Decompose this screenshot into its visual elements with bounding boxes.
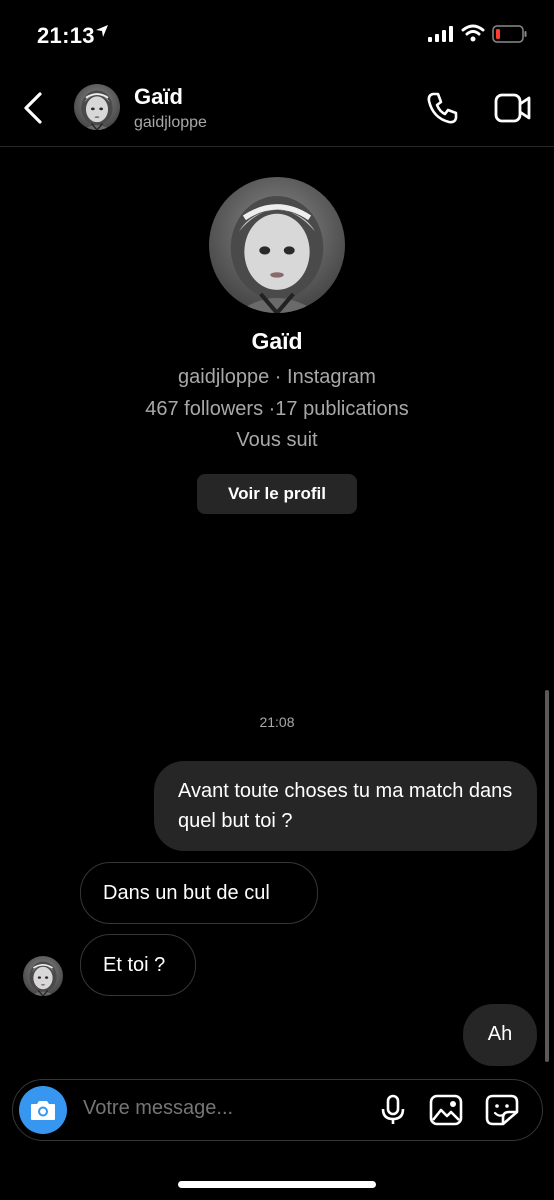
camera-icon: [31, 1101, 55, 1120]
message-timestamp: 21:08: [259, 714, 295, 730]
received-message[interactable]: Et toi ?: [80, 934, 196, 996]
profile-name: Gaïd: [251, 328, 303, 354]
profile-relation: Vous suit: [236, 429, 318, 451]
sent-message[interactable]: Ah: [463, 1004, 537, 1066]
scrollbar[interactable]: [545, 690, 549, 1062]
contact-username[interactable]: gaidjloppe: [134, 114, 207, 132]
battery-low-icon: [492, 25, 528, 48]
view-profile-button[interactable]: Voir le profil: [197, 474, 357, 514]
camera-button[interactable]: [19, 1086, 67, 1134]
home-indicator[interactable]: [178, 1181, 376, 1188]
gallery-icon[interactable]: [429, 1094, 463, 1131]
chat-header: Gaïd gaidjloppe: [0, 70, 554, 147]
back-icon[interactable]: [20, 90, 48, 126]
cellular-signal-icon: [428, 26, 454, 47]
profile-avatar[interactable]: [209, 177, 345, 313]
wifi-icon: [461, 24, 485, 47]
mic-icon[interactable]: [379, 1094, 407, 1131]
video-icon[interactable]: [494, 92, 532, 129]
message-composer: [12, 1079, 543, 1141]
location-arrow-icon: [95, 24, 109, 43]
status-bar: 21:13: [0, 0, 554, 70]
phone-icon[interactable]: [424, 90, 460, 131]
received-message[interactable]: Dans un but de cul: [80, 862, 318, 924]
avatar[interactable]: [74, 84, 120, 130]
message-input[interactable]: [81, 1096, 365, 1121]
profile-subtitle: gaidjloppe · Instagram: [178, 366, 376, 388]
sent-message[interactable]: Avant toute choses tu ma match dans quel…: [154, 761, 537, 851]
status-time: 21:13: [37, 23, 95, 48]
profile-stats: 467 followers ·17 publications: [145, 398, 409, 420]
contact-name[interactable]: Gaïd: [134, 84, 183, 110]
sticker-icon[interactable]: [485, 1094, 519, 1131]
sender-avatar[interactable]: [23, 956, 63, 996]
